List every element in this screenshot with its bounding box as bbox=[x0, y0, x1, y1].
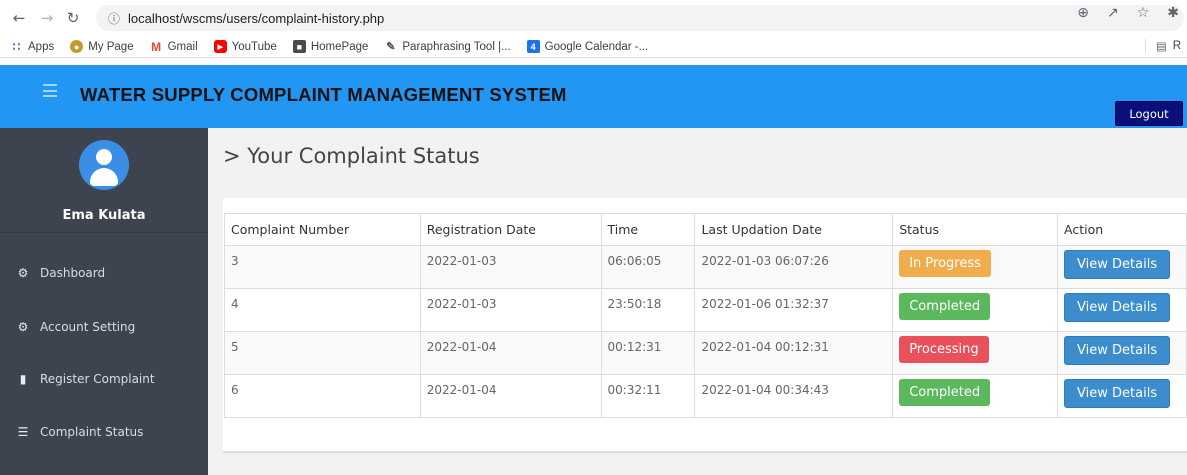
my-page-icon: ● bbox=[70, 40, 84, 53]
registration-time: 00:32:11 bbox=[600, 374, 696, 418]
youtube-icon: ▶ bbox=[213, 40, 227, 53]
cogs-icon: ⚙ bbox=[17, 320, 29, 334]
last-updation-date: 2022-01-04 00:34:43 bbox=[694, 374, 894, 418]
view-details-button[interactable]: View Details bbox=[1064, 336, 1171, 365]
sidebar-item-dashboard[interactable]: ⚙ Dashboard bbox=[14, 263, 106, 283]
reload-icon[interactable]: ↻ bbox=[62, 7, 84, 29]
bookmark-google-calendar[interactable]: 4 Google Calendar -... bbox=[526, 40, 648, 53]
view-details-button[interactable]: View Details bbox=[1064, 250, 1171, 279]
complaint-number: 3 bbox=[224, 245, 421, 289]
complaint-table-card: Complaint Number Registration Date Time … bbox=[223, 198, 1187, 453]
registration-date: 2022-01-03 bbox=[419, 245, 602, 289]
sidebar-divider bbox=[0, 232, 208, 233]
share-icon[interactable]: ↗ bbox=[1107, 5, 1119, 21]
last-updation-date: 2022-01-06 01:32:37 bbox=[694, 288, 894, 332]
complaint-number: 6 bbox=[224, 374, 421, 418]
last-updation-date: 2022-01-04 00:12:31 bbox=[694, 331, 894, 375]
bookmarks-separator bbox=[1144, 39, 1146, 53]
logout-button[interactable]: Logout bbox=[1115, 101, 1183, 126]
sidebar-item-account-setting[interactable]: ⚙ Account Setting bbox=[14, 317, 136, 337]
registration-time: 23:50:18 bbox=[600, 288, 696, 332]
bookmark-paraphrasing-tool[interactable]: ✎ Paraphrasing Tool |... bbox=[384, 40, 510, 54]
omnibox-actions: ⊕ ↗ ☆ ✱ bbox=[1077, 5, 1179, 21]
forward-arrow-icon[interactable]: → bbox=[36, 7, 58, 29]
view-details-button[interactable]: View Details bbox=[1064, 293, 1171, 322]
registration-date: 2022-01-04 bbox=[419, 331, 602, 375]
reading-list-icon: ▤ bbox=[1155, 41, 1167, 53]
sidebar-item-label: Dashboard bbox=[40, 266, 106, 280]
sidebar-item-label: Account Setting bbox=[40, 320, 136, 334]
registration-date: 2022-01-03 bbox=[419, 288, 602, 332]
column-header: Complaint Number bbox=[224, 213, 421, 246]
dashboard-icon: ⚙ bbox=[17, 266, 29, 280]
sidebar-item-register-complaint[interactable]: ▮ Register Complaint bbox=[14, 369, 155, 389]
apps-grid-icon: ∷ bbox=[12, 39, 21, 54]
status-badge: Completed bbox=[899, 293, 991, 320]
browser-toolbar: ← → ↻ ⓘ localhost/wscms/users/complaint-… bbox=[0, 0, 1187, 36]
table-row: 4 2022-01-03 23:50:18 2022-01-06 01:32:3… bbox=[224, 288, 1187, 332]
complaint-table: Complaint Number Registration Date Time … bbox=[224, 213, 1187, 418]
bookmark-homepage[interactable]: ■ HomePage bbox=[292, 40, 368, 53]
gmail-icon: M bbox=[151, 39, 162, 54]
registration-time: 00:12:31 bbox=[600, 331, 696, 375]
column-header: Action bbox=[1057, 213, 1187, 246]
sidebar: Ema Kulata ⚙ Dashboard ⚙ Account Setting… bbox=[0, 128, 208, 475]
complaint-number: 4 bbox=[224, 288, 421, 332]
reading-list[interactable]: ▤ R bbox=[1144, 39, 1181, 53]
bookmark-my-page[interactable]: ● My Page bbox=[70, 40, 134, 53]
calendar-icon: 4 bbox=[526, 40, 540, 53]
column-header: Registration Date bbox=[419, 213, 602, 246]
sidebar-item-complaint-status[interactable]: ☰ Complaint Status bbox=[14, 422, 144, 442]
table-header-row: Complaint Number Registration Date Time … bbox=[224, 213, 1187, 246]
sidebar-item-label: Register Complaint bbox=[40, 372, 155, 386]
hamburger-menu-icon[interactable] bbox=[43, 84, 57, 97]
book-icon: ▮ bbox=[19, 372, 27, 386]
main-content: > Your Complaint Status Complaint Number… bbox=[208, 128, 1187, 475]
quill-icon: ✎ bbox=[386, 41, 396, 53]
column-header: Last Updation Date bbox=[694, 213, 894, 246]
status-badge: In Progress bbox=[899, 250, 991, 277]
back-arrow-icon[interactable]: ← bbox=[8, 7, 30, 29]
zoom-icon[interactable]: ⊕ bbox=[1077, 5, 1089, 21]
complaint-number: 5 bbox=[224, 331, 421, 375]
status-badge: Processing bbox=[899, 336, 989, 363]
user-avatar-icon bbox=[79, 140, 129, 190]
bookmark-youtube[interactable]: ▶ YouTube bbox=[213, 40, 277, 53]
site-info-icon[interactable]: ⓘ bbox=[108, 10, 120, 27]
app-header: WATER SUPPLY COMPLAINT MANAGEMENT SYSTEM bbox=[0, 65, 1187, 128]
bookmarks-bar: ∷ Apps ● My Page M Gmail ▶ YouTube ■ Hom… bbox=[0, 36, 1187, 58]
list-icon: ☰ bbox=[17, 425, 29, 439]
registration-date: 2022-01-04 bbox=[419, 374, 602, 418]
bookmark-apps[interactable]: ∷ Apps bbox=[10, 39, 55, 54]
column-header: Time bbox=[600, 213, 696, 246]
star-icon[interactable]: ☆ bbox=[1137, 5, 1150, 21]
table-row: 6 2022-01-04 00:32:11 2022-01-04 00:34:4… bbox=[224, 374, 1187, 418]
registration-time: 06:06:05 bbox=[600, 245, 696, 289]
table-row: 5 2022-01-04 00:12:31 2022-01-04 00:12:3… bbox=[224, 331, 1187, 375]
view-details-button[interactable]: View Details bbox=[1064, 379, 1171, 408]
sidebar-username: Ema Kulata bbox=[62, 208, 146, 223]
table-row: 3 2022-01-03 06:06:05 2022-01-03 06:07:2… bbox=[224, 245, 1187, 289]
address-bar[interactable]: ⓘ localhost/wscms/users/complaint-histor… bbox=[96, 5, 1184, 31]
page-title: > Your Complaint Status bbox=[223, 144, 480, 168]
app-title: WATER SUPPLY COMPLAINT MANAGEMENT SYSTEM bbox=[80, 84, 567, 105]
sidebar-item-label: Complaint Status bbox=[40, 425, 144, 439]
column-header: Status bbox=[892, 213, 1059, 246]
last-updation-date: 2022-01-03 06:07:26 bbox=[694, 245, 894, 289]
bookmark-gmail[interactable]: M Gmail bbox=[150, 39, 198, 54]
status-badge: Completed bbox=[899, 379, 991, 406]
homepage-icon: ■ bbox=[292, 40, 306, 53]
address-url: localhost/wscms/users/complaint-history.… bbox=[128, 10, 385, 26]
extensions-icon[interactable]: ✱ bbox=[1167, 5, 1179, 21]
